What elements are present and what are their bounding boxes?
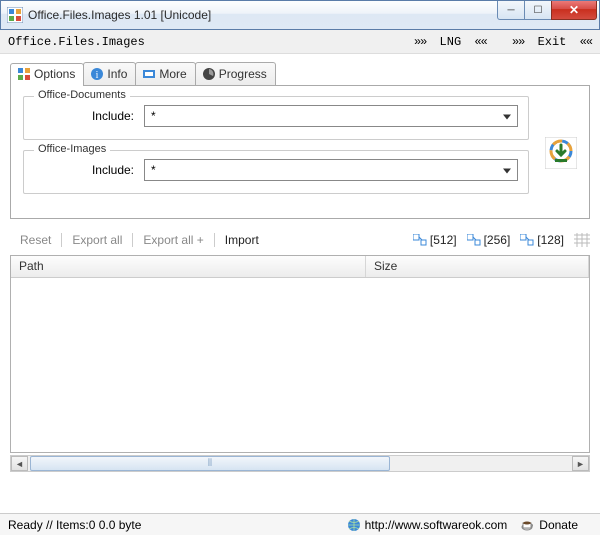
- include-label-docs: Include:: [34, 109, 134, 123]
- maximize-button[interactable]: ☐: [524, 1, 552, 20]
- status-bar: Ready // Items:0 0.0 byte http://www.sof…: [0, 513, 600, 535]
- size-512-button[interactable]: [512]: [413, 233, 457, 247]
- website-link[interactable]: http://www.softwareok.com: [347, 518, 508, 532]
- download-icon[interactable]: [545, 137, 577, 169]
- header-links: »» LNG «« »» Exit ««: [408, 35, 592, 49]
- chevron-down-icon: [503, 115, 511, 120]
- resize-icon: [467, 234, 481, 246]
- scroll-left-button[interactable]: ◄: [11, 456, 28, 471]
- app-icon: [7, 7, 23, 23]
- tab-more[interactable]: More: [135, 62, 195, 85]
- export-all-action[interactable]: Export all: [62, 233, 133, 247]
- col-size[interactable]: Size: [366, 256, 589, 277]
- coffee-icon: [521, 518, 535, 532]
- chevron-down-icon: [503, 169, 511, 174]
- tab-progress-label: Progress: [219, 67, 267, 81]
- col-path[interactable]: Path: [11, 256, 366, 277]
- donate-link[interactable]: Donate: [521, 518, 578, 532]
- legend-images: Office-Images: [34, 143, 110, 155]
- export-all-plus-action[interactable]: Export all +: [133, 233, 214, 247]
- action-bar: Reset Export all Export all + Import [51…: [10, 231, 590, 255]
- options-icon: [17, 67, 31, 81]
- scroll-thumb[interactable]: [30, 456, 390, 471]
- include-docs-value: *: [151, 109, 156, 123]
- minimize-button[interactable]: ─: [497, 1, 525, 20]
- status-text: Ready // Items:0 0.0 byte: [8, 518, 347, 532]
- resize-icon: [520, 234, 534, 246]
- info-icon: i: [90, 67, 104, 81]
- size-256-button[interactable]: [256]: [467, 233, 511, 247]
- horizontal-scrollbar[interactable]: ◄ ►: [10, 455, 590, 472]
- reset-action[interactable]: Reset: [10, 233, 62, 247]
- svg-text:i: i: [96, 70, 99, 81]
- include-images-value: *: [151, 163, 156, 177]
- legend-docs: Office-Documents: [34, 89, 130, 101]
- size-128-button[interactable]: [128]: [520, 233, 564, 247]
- progress-icon: [202, 67, 216, 81]
- include-docs-combo[interactable]: *: [144, 105, 518, 127]
- grid-view-icon[interactable]: [574, 233, 590, 247]
- tab-progress[interactable]: Progress: [195, 62, 276, 85]
- client-area: Options i Info More Progress Office-Docu…: [0, 54, 600, 472]
- scroll-track[interactable]: [28, 456, 572, 471]
- app-name-label: Office.Files.Images: [8, 35, 408, 49]
- more-icon: [142, 67, 156, 81]
- lng-link[interactable]: LNG: [440, 35, 462, 49]
- include-label-images: Include:: [34, 163, 134, 177]
- tab-info-label: Info: [107, 67, 127, 81]
- tab-info[interactable]: i Info: [83, 62, 136, 85]
- group-office-images: Office-Images Include: *: [23, 150, 529, 194]
- title-bar: Office.Files.Images 1.01 [Unicode] ─ ☐ ✕: [0, 0, 600, 30]
- exit-link[interactable]: Exit: [538, 35, 567, 49]
- tab-strip: Options i Info More Progress: [10, 62, 590, 86]
- list-body: [11, 278, 589, 438]
- scroll-right-button[interactable]: ►: [572, 456, 589, 471]
- import-action[interactable]: Import: [215, 233, 269, 247]
- globe-icon: [347, 518, 361, 532]
- menu-bar: Office.Files.Images »» LNG «« »» Exit ««: [0, 30, 600, 54]
- tab-more-label: More: [159, 67, 186, 81]
- group-office-documents: Office-Documents Include: *: [23, 96, 529, 140]
- list-header: Path Size: [11, 256, 589, 278]
- tab-options-label: Options: [34, 67, 75, 81]
- tab-options[interactable]: Options: [10, 63, 84, 86]
- file-list: Path Size: [10, 255, 590, 453]
- window-title: Office.Files.Images 1.01 [Unicode]: [28, 8, 497, 22]
- tab-panel-options: Office-Documents Include: * Office-Image…: [10, 86, 590, 219]
- include-images-combo[interactable]: *: [144, 159, 518, 181]
- window-buttons: ─ ☐ ✕: [497, 1, 597, 21]
- resize-icon: [413, 234, 427, 246]
- close-button[interactable]: ✕: [551, 1, 597, 20]
